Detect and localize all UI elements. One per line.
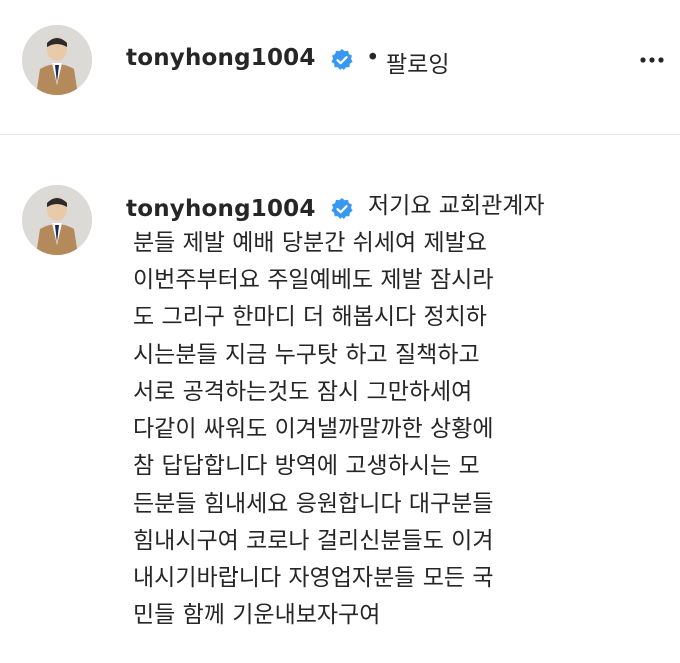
verified-badge-icon bbox=[331, 198, 353, 219]
header-divider bbox=[0, 134, 680, 135]
caption-line: 든분들 힘내세요 응원합니다 대구분들 bbox=[133, 491, 494, 517]
avatar-image bbox=[22, 185, 92, 255]
profile-avatar[interactable] bbox=[22, 25, 92, 95]
post-header: tonyhong1004 • 팔로잉 bbox=[0, 0, 680, 120]
header-username[interactable]: tonyhong1004 bbox=[126, 45, 316, 71]
comment-avatar[interactable] bbox=[22, 185, 92, 255]
caption-line: 민들 함께 기운내보자구여 bbox=[133, 602, 381, 628]
caption-line: 다같이 싸워도 이겨낼까말까한 상황에 bbox=[133, 416, 494, 442]
caption-line: 내시기바랍니다 자영업자분들 모든 국 bbox=[133, 565, 494, 591]
avatar-image bbox=[22, 25, 92, 95]
caption-line: 서로 공격하는것도 잠시 그만하세여 bbox=[133, 379, 473, 405]
caption-line: 이번주부터요 주일예베도 제발 잠시라 bbox=[133, 267, 494, 293]
caption-line: 시는분들 지금 누구탓 하고 질책하고 bbox=[133, 342, 480, 368]
verified-badge-icon bbox=[331, 49, 353, 70]
caption-line: 힘내시구여 코로나 걸리신분들도 이겨 bbox=[133, 528, 494, 554]
caption-line: 도 그리구 한마디 더 해봅시다 정치하 bbox=[133, 304, 487, 330]
following-button[interactable]: 팔로잉 bbox=[386, 45, 449, 79]
caption-line: 분들 제발 예배 당분간 쉬세여 제발요 bbox=[133, 230, 487, 256]
caption-line: 참 답답합니다 방역에 고생하시는 모 bbox=[133, 453, 480, 479]
header-separator: • bbox=[366, 45, 380, 71]
caption-line: 저기요 교회관계자 bbox=[368, 193, 545, 219]
more-horizontal-icon[interactable] bbox=[636, 48, 668, 72]
comment-username[interactable]: tonyhong1004 bbox=[126, 196, 316, 222]
